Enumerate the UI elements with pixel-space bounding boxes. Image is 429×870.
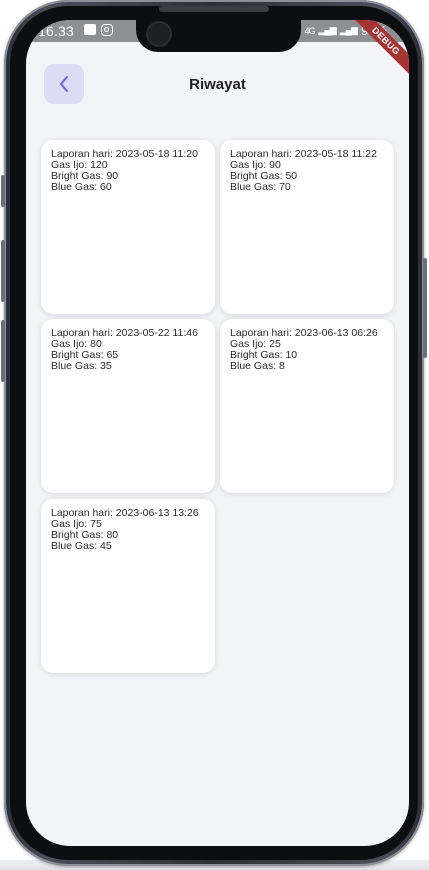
instagram-icon (101, 24, 113, 36)
side-button (423, 258, 427, 358)
phone-frame: 16.33 4G ▂▄▆ ▂▄▆ 96% DEBUG Riwayat (1, 0, 427, 866)
screen: 16.33 4G ▂▄▆ ▂▄▆ 96% DEBUG Riwayat (26, 20, 409, 846)
signal-icon: ▂▄▆ (339, 25, 358, 35)
network-icon: 4G (304, 25, 315, 36)
report-card[interactable]: Laporan hari: 2023-05-22 11:46 Gas Ijo: … (41, 319, 215, 493)
report-blue-gas: Blue Gas: 60 (51, 181, 112, 193)
report-card[interactable]: Laporan hari: 2023-06-13 13:26 Gas Ijo: … (41, 499, 215, 673)
report-blue-gas: Blue Gas: 45 (51, 540, 112, 552)
app-bar: Riwayat (26, 42, 409, 116)
side-button (1, 320, 5, 382)
report-card[interactable]: Laporan hari: 2023-05-18 11:22 Gas Ijo: … (220, 140, 394, 314)
report-blue-gas: Blue Gas: 70 (230, 181, 291, 193)
side-button (1, 240, 5, 302)
status-notification-icons (84, 24, 113, 36)
report-card[interactable]: Laporan hari: 2023-05-18 11:20 Gas Ijo: … (41, 140, 215, 314)
signal-icon: ▂▄▆ (318, 25, 337, 35)
page-title: Riwayat (189, 76, 246, 93)
status-time: 16.33 (38, 23, 75, 39)
side-button (1, 175, 5, 207)
speaker (159, 6, 269, 12)
gallery-icon (84, 24, 96, 35)
report-card[interactable]: Laporan hari: 2023-06-13 06:26 Gas Ijo: … (220, 319, 394, 493)
report-blue-gas: Blue Gas: 8 (230, 360, 285, 372)
report-blue-gas: Blue Gas: 35 (51, 360, 112, 372)
